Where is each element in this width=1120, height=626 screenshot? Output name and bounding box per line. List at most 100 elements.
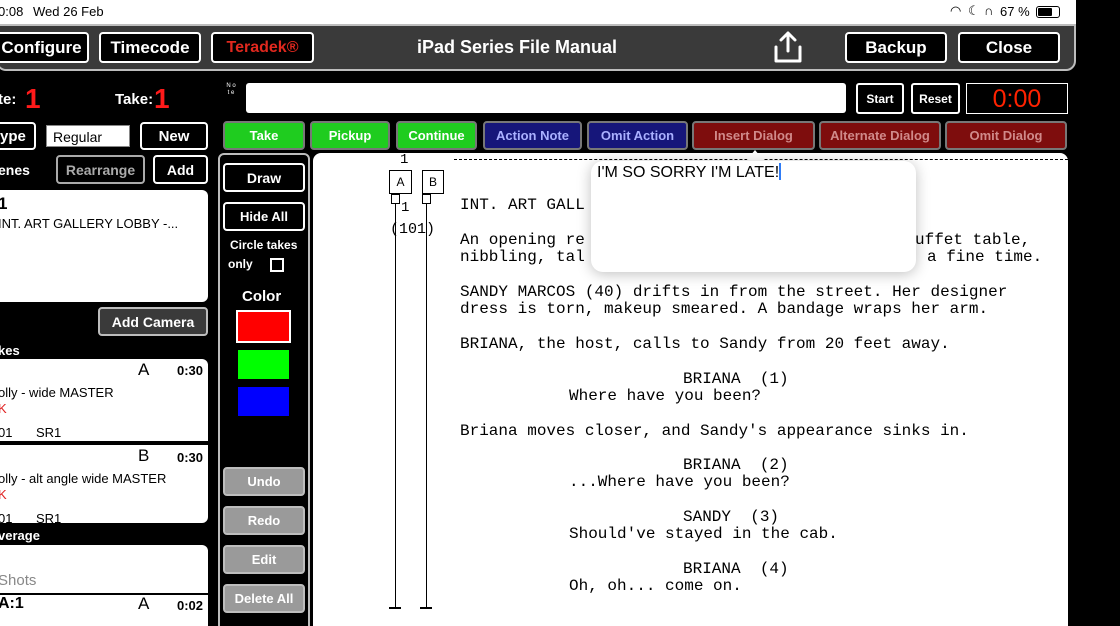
lane-count: (101) (390, 221, 436, 238)
share-icon[interactable] (770, 29, 806, 65)
delete-all-button[interactable]: Delete All (223, 584, 305, 613)
script-line[interactable]: ...Where have you been? (569, 473, 790, 491)
color-swatch-blue[interactable] (236, 385, 291, 418)
edit-button[interactable]: Edit (223, 545, 305, 574)
script-line[interactable]: BRIANA (2) (683, 456, 789, 474)
script-line[interactable]: Should've stayed in the cab. (569, 525, 838, 543)
dialog-popover[interactable]: I'M SO SORRY I'M LATE! (591, 161, 916, 272)
takes-header: kes (0, 343, 20, 358)
shot-cam: A (138, 594, 150, 613)
lane-a-handle[interactable] (391, 194, 400, 204)
script-line[interactable]: uffet table, (915, 231, 1030, 249)
status-time: 0:08 (0, 4, 24, 19)
text-cursor (779, 163, 782, 180)
take-card-mark: K (0, 487, 7, 502)
coverage-card[interactable]: Shots A:1 A 0:02 (0, 545, 208, 626)
take-card-roll: 01 (0, 511, 13, 523)
insert-dialog-button[interactable]: Insert Dialog (692, 121, 815, 150)
script-line[interactable]: SANDY (3) (683, 508, 779, 526)
configure-button[interactable]: Configure (0, 32, 89, 63)
wifi-icon: ◠ (950, 3, 962, 18)
rearrange-button[interactable]: Rearrange (56, 155, 145, 184)
close-button[interactable]: Close (958, 32, 1060, 63)
script-line[interactable]: BRIANA (1) (683, 370, 789, 388)
headphones-icon: ∩ (984, 3, 994, 18)
scene-card[interactable]: 1 INT. ART GALLERY LOBBY -... (0, 190, 208, 302)
lane-b-label[interactable]: B (422, 170, 444, 194)
lane-b-handle[interactable] (422, 194, 431, 204)
script-line[interactable]: BRIANA (4) (683, 560, 789, 578)
take-value: 1 (154, 83, 170, 114)
start-button[interactable]: Start (856, 83, 904, 114)
take-card-sr: SR1 (36, 511, 62, 523)
take-card-desc: olly - alt angle wide MASTER (0, 471, 167, 486)
timecode-button[interactable]: Timecode (99, 32, 201, 63)
redo-button[interactable]: Redo (223, 506, 305, 535)
take-card-cam: A (138, 360, 150, 379)
only-label: only (228, 257, 253, 271)
color-swatch-green[interactable] (236, 348, 291, 381)
shot-duration: 0:02 (177, 598, 204, 613)
add-camera-button[interactable]: Add Camera (98, 307, 208, 336)
alternate-dialog-button[interactable]: Alternate Dialog (819, 121, 941, 150)
lane-a-line[interactable] (395, 204, 396, 608)
script-line[interactable]: Where have you been? (569, 387, 761, 405)
take-card[interactable]: A 0:30 olly - wide MASTER K 01 SR1 (0, 359, 208, 441)
take-card-roll: 01 (0, 425, 13, 440)
lane-b-end (420, 607, 432, 609)
circle-takes-checkbox[interactable] (270, 258, 284, 272)
color-label: Color (242, 288, 282, 305)
take-card-duration: 0:30 (177, 363, 204, 378)
take-label: Take: (115, 91, 154, 108)
script-line[interactable]: Briana moves closer, and Sandy's appeara… (460, 422, 969, 440)
popover-text: I'M SO SORRY I'M LATE! (597, 164, 780, 181)
color-swatch-red[interactable] (236, 310, 291, 343)
status-bar: 0:08 Wed 26 Feb ◠ ☾ ∩ 67 % (0, 0, 1076, 24)
pickup-button[interactable]: Pickup (310, 121, 390, 150)
popover-text-input[interactable]: I'M SO SORRY I'M LATE! (597, 163, 909, 185)
take-card-cam: B (138, 446, 150, 465)
circle-takes-label: Circle takes (230, 238, 298, 252)
undo-button[interactable]: Undo (223, 467, 305, 496)
type-button[interactable]: ype (0, 122, 36, 150)
script-line[interactable]: nibbling, tal (460, 248, 585, 266)
script-line[interactable]: Oh, oh... come on. (569, 577, 742, 595)
lane-b-line[interactable] (426, 204, 427, 608)
draw-button[interactable]: Draw (223, 163, 305, 192)
scene-card-text: INT. ART GALLERY LOBBY -... (0, 216, 179, 231)
screen-edge (1076, 0, 1120, 626)
new-button[interactable]: New (140, 122, 208, 150)
omit-action-button[interactable]: Omit Action (587, 121, 688, 150)
note-input[interactable] (246, 83, 846, 113)
script-line[interactable]: An opening re (460, 231, 585, 249)
moon-icon: ☾ (968, 3, 980, 18)
scene-value: 1 (25, 83, 41, 114)
teradek-button[interactable]: Teradek® (211, 32, 314, 63)
status-date: Wed 26 Feb (33, 4, 104, 19)
omit-dialog-button[interactable]: Omit Dialog (945, 121, 1067, 150)
lane-a-end (389, 607, 401, 609)
timer-display: 0:00 (966, 83, 1068, 114)
backup-button[interactable]: Backup (845, 32, 947, 63)
coverage-header: verage (0, 528, 40, 543)
lane-a-label[interactable]: A (389, 170, 412, 194)
action-note-button[interactable]: Action Note (483, 121, 582, 150)
type-input[interactable]: Regular (46, 125, 130, 147)
script-line[interactable]: dress is torn, makeup smeared. A bandage… (460, 300, 988, 318)
lane-number: 1 (401, 200, 410, 216)
battery-percent: 67 % (1000, 4, 1030, 19)
take-card-sr: SR1 (36, 425, 62, 440)
scenes-label: enes (0, 162, 30, 178)
reset-button[interactable]: Reset (911, 83, 960, 114)
add-scene-button[interactable]: Add (153, 155, 208, 184)
script-line[interactable]: a fine time. (927, 248, 1042, 266)
continue-button[interactable]: Continue (396, 121, 477, 150)
take-card-duration: 0:30 (177, 450, 204, 465)
script-line[interactable]: SANDY MARCOS (40) drifts in from the str… (460, 283, 1007, 301)
shots-label: Shots (0, 572, 37, 589)
script-line[interactable]: INT. ART GALL (460, 196, 585, 214)
script-line[interactable]: BRIANA, the host, calls to Sandy from 20… (460, 335, 950, 353)
take-action-button[interactable]: Take (223, 121, 305, 150)
take-card[interactable]: B 0:30 olly - alt angle wide MASTER K 01… (0, 445, 208, 523)
hide-all-button[interactable]: Hide All (223, 202, 305, 231)
